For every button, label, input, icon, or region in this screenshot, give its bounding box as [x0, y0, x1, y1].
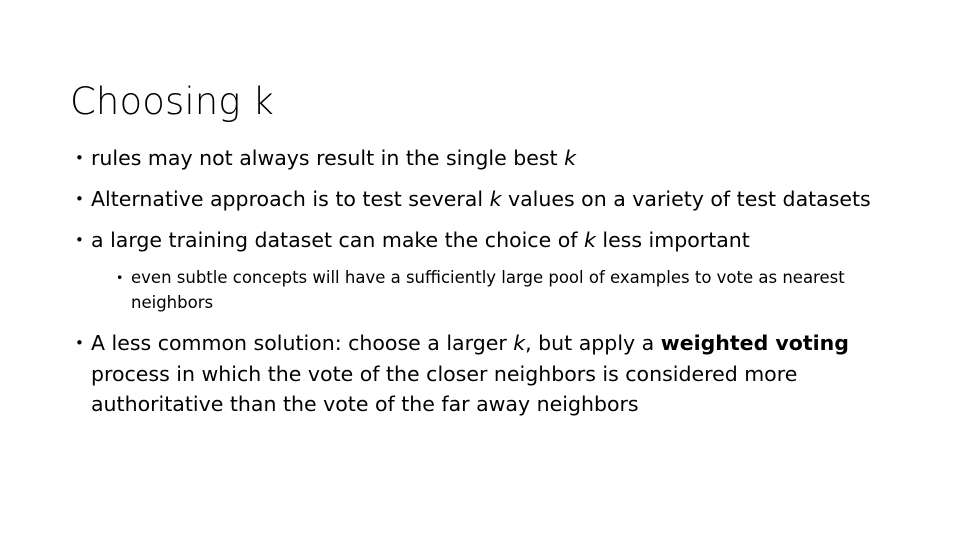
slide-body-content: • rules may not always result in the sin… — [66, 143, 904, 430]
list-item-text: A less common solution: choose a larger … — [91, 328, 904, 420]
page-title: Choosing k — [70, 79, 274, 123]
list-item: • Alternative approach is to test severa… — [66, 184, 904, 215]
text-segment: A less common solution: choose a larger — [91, 331, 514, 355]
list-item: • a large training dataset can make the … — [66, 225, 904, 256]
text-segment-italic: k — [583, 228, 596, 252]
bullet-marker-icon: • — [75, 334, 84, 352]
sub-list-item-text: even subtle concepts will have a suffici… — [131, 266, 904, 315]
list-item-text: Alternative approach is to test several … — [91, 184, 904, 215]
sub-list-item: • even subtle concepts will have a suffi… — [66, 266, 904, 315]
slide-canvas: Choosing k • rules may not always result… — [0, 0, 960, 540]
text-segment: process in which the vote of the closer … — [91, 361, 798, 417]
list-item-text: rules may not always result in the singl… — [91, 143, 904, 174]
text-segment-italic: k — [489, 187, 502, 211]
text-segment: a large training dataset can make the ch… — [91, 228, 584, 252]
text-segment: values on a variety of test datasets — [501, 187, 871, 211]
text-segment: , but apply a — [525, 331, 661, 355]
list-item-text: a large training dataset can make the ch… — [91, 225, 904, 256]
bullet-marker-icon: • — [75, 190, 84, 208]
text-segment-italic: k — [564, 146, 576, 170]
list-item: • rules may not always result in the sin… — [66, 143, 904, 174]
bullet-marker-icon: • — [75, 149, 84, 167]
text-segment: Alternative approach is to test several — [91, 187, 490, 211]
text-segment-bold: weighted voting — [660, 331, 849, 355]
list-item: • A less common solution: choose a large… — [66, 328, 904, 420]
text-segment: less important — [595, 228, 750, 252]
text-segment: rules may not always result in the singl… — [91, 146, 565, 170]
bullet-marker-icon: • — [116, 270, 124, 285]
bullet-marker-icon: • — [75, 231, 84, 249]
text-segment-italic: k — [513, 331, 526, 355]
text-segment: even subtle concepts will have a suffici… — [131, 268, 845, 312]
